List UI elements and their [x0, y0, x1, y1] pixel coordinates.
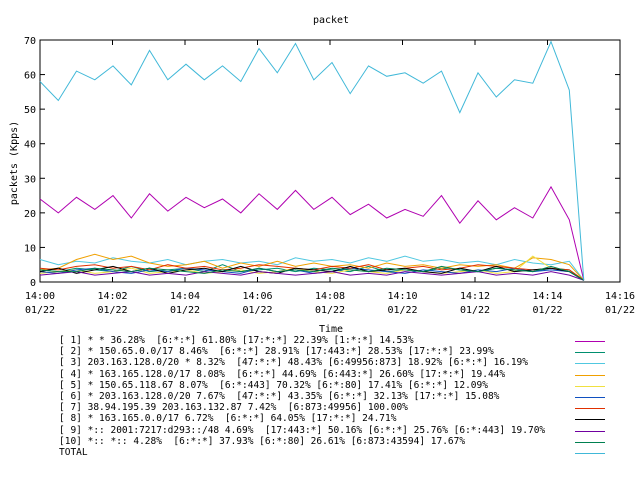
y-tick-label: 0 [30, 278, 36, 289]
y-tick-label: 20 [24, 209, 36, 220]
x-tick-label-time: 14:00 [25, 291, 55, 302]
y-tick-label: 60 [24, 71, 36, 82]
series-line-11 [39, 40, 585, 281]
plot-border [39, 39, 621, 283]
legend-entry: [ 6] * 203.163.128.0/20 7.67% [47:*:*] 4… [59, 391, 500, 402]
x-tick-label-date: 01/22 [315, 305, 345, 316]
series-layer [39, 40, 585, 281]
x-tick-label-date: 01/22 [242, 305, 272, 316]
legend-entry: [ 7] 38.94.195.39 203.163.132.87 7.42% [… [59, 402, 408, 414]
y-tick-label: 40 [24, 140, 36, 151]
x-tick-label-time: 14:12 [460, 291, 490, 302]
legend-swatch [575, 441, 605, 443]
x-tick-label-date: 01/22 [387, 305, 417, 316]
y-tick-label: 10 [24, 243, 36, 254]
x-tick-label-date: 01/22 [532, 305, 562, 316]
y-tick-label: 50 [24, 105, 36, 116]
x-tick-label-date: 01/22 [170, 305, 200, 316]
x-tick-label-time: 14:16 [605, 291, 635, 302]
legend-swatch [575, 397, 605, 398]
plot-frame [39, 39, 621, 283]
legend-swatch [575, 385, 605, 387]
legend-entry: [ 8] * 163.165.0.0/17 6.72% [6:*:*] 64.0… [59, 413, 397, 425]
x-tick-label-time: 14:06 [242, 291, 272, 302]
x-axis-label: Time [319, 324, 343, 335]
x-tick-label-date: 01/22 [97, 305, 127, 316]
x-tick-label-date: 01/22 [460, 305, 490, 316]
legend-swatch [575, 453, 605, 454]
legend-entry: [10] *:: *:: 4.28% [6:*:*] 37.93% [6:*:8… [59, 435, 466, 447]
legend-entry: [ 2] * 150.65.0.0/17 8.46% [6:*:*] 28.91… [59, 346, 494, 358]
x-tick-label-time: 14:02 [97, 291, 127, 302]
x-tick-label-date: 01/22 [605, 305, 635, 316]
x-tick-label-time: 14:14 [532, 291, 562, 302]
chart-title: packet [313, 15, 349, 26]
legend-swatch [575, 363, 605, 365]
legend-entry: [ 1] * * 36.28% [6:*:*] 61.80% [17:*:*] … [59, 335, 414, 346]
x-tick-label-time: 14:08 [315, 291, 345, 302]
legend-entry: [ 9] *:: 2001:7217:d293::/48 4.69% [17:4… [59, 424, 546, 436]
legend-entry: [ 3] 203.163.128.0/20 * 8.32% [47:*:*] 4… [59, 357, 528, 369]
x-tick-label-time: 14:04 [170, 291, 200, 302]
x-tick-label-date: 01/22 [25, 305, 55, 316]
legend-swatch [575, 408, 605, 410]
legend-swatch [575, 374, 605, 376]
legend-swatch [575, 430, 605, 432]
y-tick-label: 70 [24, 36, 36, 47]
legend-swatch [575, 352, 605, 354]
legend-entry: [ 4] * 163.165.128.0/17 8.08% [6:*:*] 44… [59, 368, 506, 380]
tick-labels: 0 10 20 30 40 50 60 70 14:00 01/22 14:02 01/22 14:04… [24, 36, 635, 316]
y-tick-label: 30 [24, 174, 36, 185]
legend-swatch [575, 341, 605, 342]
legend-entry: [ 5] * 150.65.118.67 8.07% [6:*:443] 70.… [59, 379, 488, 391]
legend-swatch [575, 419, 605, 421]
legend-entry: TOTAL [59, 447, 88, 458]
y-axis-label: packets (Kpps) [9, 121, 20, 205]
x-tick-label-time: 14:10 [387, 291, 417, 302]
